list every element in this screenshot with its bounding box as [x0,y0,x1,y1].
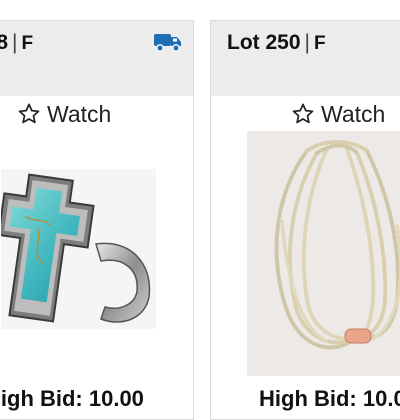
lot-header: 248 |F [0,21,193,96]
high-bid: High Bid: 10.0 [259,386,400,411]
watch-label: Watch [321,100,386,127]
watch-button[interactable]: Watch [17,101,111,127]
lot-card-250[interactable]: Lot 250 | F Watch High Bid: 10.0 [210,20,400,420]
star-outline-icon [292,103,314,124]
lot-grade: F [21,33,34,54]
lot-title[interactable]: Lot 250 | F [227,31,326,55]
lot-number: 248 [0,31,8,54]
truck-icon [154,34,181,52]
lot-number: Lot 250 [227,31,301,54]
lot-title[interactable]: 248 |F [0,31,33,55]
lot-image[interactable] [247,131,400,376]
lot-header: Lot 250 | F [211,21,400,96]
pearl-necklace-image [247,131,400,376]
high-bid: High Bid: 10.00 [0,386,144,411]
lot-separator: | [12,31,18,54]
lot-card-248[interactable]: 248 |F Watch [0,20,194,420]
watch-label: Watch [47,100,112,127]
lot-grade: F [314,33,326,54]
lot-separator: | [304,31,310,54]
star-outline-icon [18,103,40,124]
ring-image [1,169,156,329]
watch-button[interactable]: Watch [291,101,385,127]
lot-image[interactable] [1,169,156,329]
